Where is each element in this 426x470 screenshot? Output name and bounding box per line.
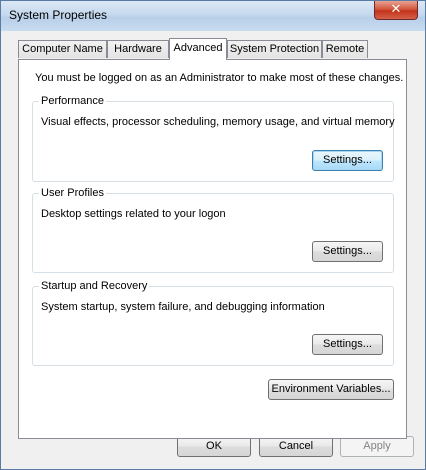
title-bar[interactable]: System Properties ✕: [1, 1, 425, 31]
apply-button[interactable]: Apply: [340, 436, 414, 457]
cancel-button[interactable]: Cancel: [259, 436, 333, 457]
user-profiles-group-title: User Profiles: [39, 187, 106, 199]
system-properties-window: System Properties ✕ Computer Name Hardwa…: [0, 0, 426, 470]
startup-recovery-group-title: Startup and Recovery: [39, 280, 150, 292]
advanced-tab-panel: You must be logged on as an Administrato…: [18, 59, 407, 439]
tab-hardware[interactable]: Hardware: [107, 40, 169, 58]
performance-group: Performance Visual effects, processor sc…: [32, 95, 395, 182]
admin-notice: You must be logged on as an Administrato…: [35, 72, 404, 84]
startup-recovery-description: System startup, system failure, and debu…: [41, 301, 325, 313]
tab-remote[interactable]: Remote: [322, 40, 368, 58]
startup-recovery-settings-button[interactable]: Settings...: [312, 334, 383, 355]
tab-advanced[interactable]: Advanced: [169, 38, 227, 60]
user-profiles-group: User Profiles Desktop settings related t…: [32, 187, 394, 273]
environment-variables-button[interactable]: Environment Variables...: [268, 379, 394, 400]
performance-settings-button[interactable]: Settings...: [312, 150, 383, 171]
close-button[interactable]: ✕: [374, 1, 418, 20]
ok-button[interactable]: OK: [177, 436, 251, 457]
tab-system-protection[interactable]: System Protection: [227, 40, 322, 58]
startup-recovery-group: Startup and Recovery System startup, sys…: [32, 280, 394, 366]
user-profiles-description: Desktop settings related to your logon: [41, 208, 226, 220]
user-profiles-settings-button[interactable]: Settings...: [312, 241, 383, 262]
performance-description: Visual effects, processor scheduling, me…: [41, 116, 395, 128]
performance-group-title: Performance: [39, 95, 106, 107]
close-icon: ✕: [390, 2, 402, 17]
tab-computer-name[interactable]: Computer Name: [18, 40, 107, 58]
window-title: System Properties: [9, 8, 108, 22]
dialog-client-area: Computer Name Hardware Advanced System P…: [8, 31, 418, 464]
